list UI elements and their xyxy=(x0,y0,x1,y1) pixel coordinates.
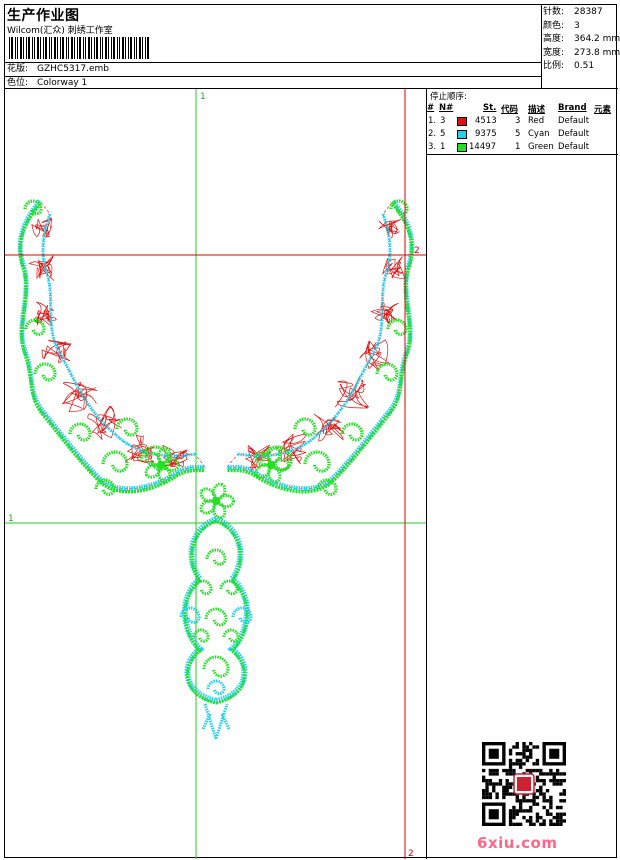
qr-code-icon xyxy=(482,742,566,826)
guide-h1-label: 1 xyxy=(8,514,14,524)
design-row: 花版: GZHC5317.emb xyxy=(5,62,542,76)
design-canvas: 1 1 2 2 xyxy=(5,89,427,859)
studio-name: Wilcom(汇众) 刺绣工作室 xyxy=(7,26,113,36)
guide-h2-label: 2 xyxy=(414,246,420,256)
header-info: 生产作业图 Wilcom(汇众) 刺绣工作室 花版: GZHC5317.emb 色… xyxy=(5,5,542,89)
guide-v2-label: 2 xyxy=(408,849,414,859)
color-swatch xyxy=(457,143,467,152)
table-row: 1. 3 4513 3 Red Default xyxy=(428,116,590,126)
stat-colors: 颜色: 3 xyxy=(543,20,580,31)
barcode xyxy=(9,37,149,59)
colorway-row: 色位: Colorway 1 xyxy=(5,76,542,89)
side-panel: 停止顺序: # N# St. 代码 描述 Brand 元素 1. 3 4513 … xyxy=(427,89,618,859)
stats-panel: 针数: 28387 颜色: 3 高度: 364.2 mm 宽度: 273.8 mm 比例… xyxy=(542,5,620,89)
col-num: # xyxy=(427,103,435,113)
col-st: St. xyxy=(483,103,497,113)
design-label: 花版: xyxy=(7,64,29,74)
col-desc: 描述 xyxy=(528,105,546,115)
production-sheet: 生产作业图 Wilcom(汇众) 刺绣工作室 花版: GZHC5317.emb 色… xyxy=(4,4,620,859)
col-n: N# xyxy=(439,103,454,113)
embroidery-preview: 1 1 2 2 xyxy=(5,89,426,859)
col-element: 元素 xyxy=(594,105,612,115)
stop-sequence-table: 停止顺序: # N# St. 代码 描述 Brand 元素 1. 3 4513 … xyxy=(427,89,618,155)
stat-height: 高度: 364.2 mm xyxy=(543,34,620,44)
colorway-label: 色位: xyxy=(7,78,29,88)
color-swatch xyxy=(457,130,467,139)
stop-sequence-title: 停止顺序: xyxy=(430,92,467,102)
table-row: 3. 1 14497 1 Green Default xyxy=(428,142,590,152)
guide-v1-label: 1 xyxy=(200,92,206,102)
colorway-value: Colorway 1 xyxy=(37,78,88,88)
embroidery-motif xyxy=(17,199,415,745)
color-swatch xyxy=(457,117,467,126)
col-code: 代码 xyxy=(501,105,519,115)
stat-stitches: 针数: 28387 xyxy=(543,7,603,17)
table-header: # N# St. 代码 描述 Brand 元素 xyxy=(427,103,618,115)
table-row: 2. 5 9375 5 Cyan Default xyxy=(428,129,590,139)
design-file: GZHC5317.emb xyxy=(37,64,109,74)
stat-scale: 比例: 0.51 xyxy=(543,61,595,71)
stat-width: 宽度: 273.8 mm xyxy=(543,47,620,58)
watermark-site: 6xiu.com xyxy=(477,834,558,852)
page-title: 生产作业图 xyxy=(7,8,80,24)
col-brand: Brand xyxy=(558,103,587,113)
